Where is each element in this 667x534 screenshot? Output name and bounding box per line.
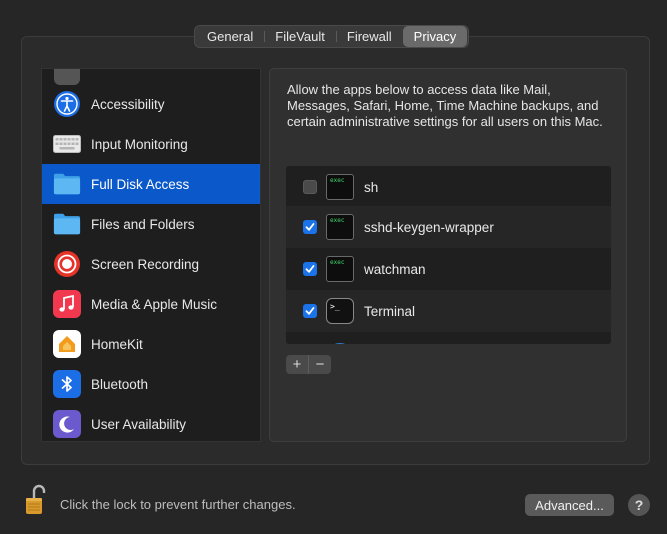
music-icon — [53, 290, 81, 318]
sidebar-item-accessibility[interactable]: Accessibility — [42, 84, 260, 124]
sidebar-item-label: Screen Recording — [91, 256, 200, 272]
sidebar-item-label: Files and Folders — [91, 216, 195, 232]
sidebar-item-homekit[interactable]: HomeKit — [42, 324, 260, 364]
privacy-detail-panel: Allow the apps below to access data like… — [269, 68, 627, 442]
checkmark-icon — [305, 307, 315, 315]
sidebar-item-files-and-folders[interactable]: Files and Folders — [42, 204, 260, 244]
sidebar-item-label: User Availability — [91, 416, 187, 432]
permission-description: Allow the apps below to access data like… — [287, 82, 603, 129]
home-icon — [53, 330, 81, 358]
sidebar-item-bluetooth[interactable]: Bluetooth — [42, 364, 260, 404]
keyboard-icon — [53, 130, 81, 158]
terminal-exec-icon: exec — [326, 256, 354, 282]
folder-icon — [53, 210, 81, 238]
accessibility-icon — [53, 90, 81, 118]
terminal-exec-icon: exec — [326, 214, 354, 240]
sidebar-item-full-disk-access[interactable]: Full Disk Access — [42, 164, 260, 204]
folder-icon — [53, 170, 81, 198]
sidebar-item-label: Full Disk Access — [91, 176, 190, 192]
app-row-partial[interactable] — [286, 332, 611, 344]
privacy-category-list[interactable]: Accessibility Input Monitoring Full Disk… — [41, 68, 261, 442]
app-checkbox[interactable] — [303, 220, 317, 234]
screen-recording-icon — [53, 250, 81, 278]
sidebar-item-label: Bluetooth — [91, 376, 149, 392]
tab-filevault[interactable]: FileVault — [264, 26, 336, 47]
terminal-exec-icon: exec — [326, 174, 354, 200]
app-name: sh — [364, 179, 379, 195]
sidebar-item-media-apple-music[interactable]: Media & Apple Music — [42, 284, 260, 324]
app-checkbox[interactable] — [303, 180, 317, 194]
lock-icon[interactable] — [25, 484, 47, 516]
bluetooth-icon — [53, 370, 81, 398]
tab-firewall[interactable]: Firewall — [335, 26, 403, 47]
sidebar-item-label: Media & Apple Music — [91, 296, 218, 312]
app-name: sshd-keygen-wrapper — [364, 219, 494, 235]
checkmark-icon — [305, 265, 315, 273]
app-row-sh[interactable]: exec sh — [286, 166, 611, 208]
add-remove-control: + − — [286, 355, 331, 374]
sidebar-item-label: Input Monitoring — [91, 136, 188, 152]
app-list[interactable]: exec sh exec sshd-keygen-wrapper exec wa… — [286, 166, 611, 344]
sidebar-item-label: HomeKit — [91, 336, 143, 352]
help-button[interactable]: ? — [628, 494, 650, 516]
sidebar-item-input-monitoring[interactable]: Input Monitoring — [42, 124, 260, 164]
app-name: Terminal — [364, 303, 416, 319]
moon-icon — [53, 410, 81, 438]
app-icon-partial — [326, 343, 354, 344]
lock-status-text: Click the lock to prevent further change… — [60, 497, 296, 512]
app-checkbox[interactable] — [303, 262, 317, 276]
add-app-button[interactable]: + — [286, 355, 308, 374]
app-row-terminal[interactable]: >_ Terminal — [286, 290, 611, 332]
tab-privacy[interactable]: Privacy — [402, 26, 468, 47]
sidebar-item-screen-recording[interactable]: Screen Recording — [42, 244, 260, 284]
terminal-app-icon: >_ — [326, 298, 354, 324]
tab-bar: General FileVault Firewall Privacy — [194, 25, 470, 48]
advanced-button[interactable]: Advanced... — [525, 494, 614, 516]
app-row-watchman[interactable]: exec watchman — [286, 248, 611, 290]
app-row-sshd-keygen-wrapper[interactable]: exec sshd-keygen-wrapper — [286, 206, 611, 248]
app-name: watchman — [364, 261, 426, 277]
checkmark-icon — [305, 223, 315, 231]
remove-app-button[interactable]: − — [308, 355, 331, 374]
sidebar-item-label: Accessibility — [91, 96, 165, 112]
sidebar-item-user-availability[interactable]: User Availability — [42, 404, 260, 441]
tab-general[interactable]: General — [196, 26, 264, 47]
app-checkbox[interactable] — [303, 304, 317, 318]
